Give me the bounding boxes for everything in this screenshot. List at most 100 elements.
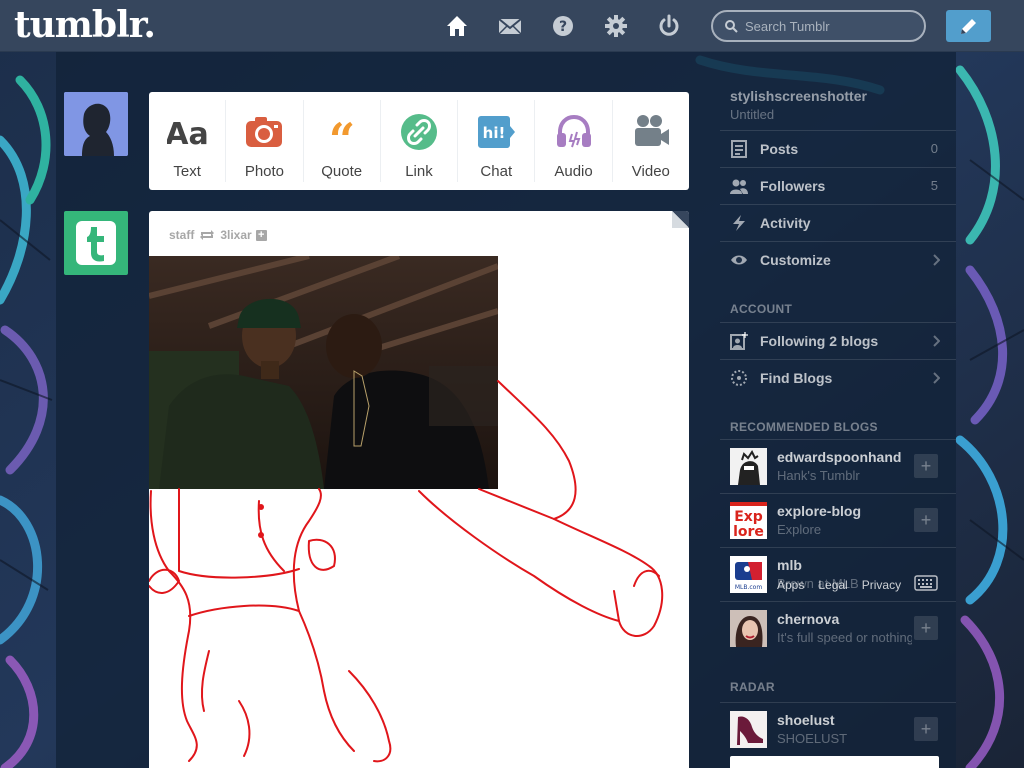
blog-name: mlb: [777, 557, 802, 573]
blog-name: edwardspoonhand: [777, 449, 902, 465]
footer-links: Apps Legal Privacy: [777, 578, 901, 592]
footer-link-legal[interactable]: Legal: [818, 578, 847, 592]
compose-post-button[interactable]: [946, 10, 991, 42]
power-icon[interactable]: [655, 12, 683, 40]
follow-plus-icon[interactable]: +: [255, 229, 267, 241]
right-sidebar: stylishscreenshotter Untitled Posts 0 Fo…: [720, 52, 956, 768]
post-type-photo[interactable]: Photo: [226, 100, 304, 182]
svg-text:“: “: [328, 113, 354, 152]
sidebar-item-find-blogs[interactable]: Find Blogs: [720, 359, 956, 396]
home-icon[interactable]: [443, 12, 471, 40]
reblogged-from-link[interactable]: 3lixar: [220, 228, 251, 242]
followers-icon: [730, 179, 748, 194]
mail-icon[interactable]: [496, 12, 524, 40]
blog-avatar: [730, 448, 767, 485]
post-type-label: Chat: [480, 163, 513, 180]
follow-button[interactable]: +: [914, 454, 938, 478]
blog-avatar: [730, 610, 767, 647]
chevron-right-icon: [933, 372, 940, 384]
eye-icon: [731, 255, 747, 265]
blog-avatar: MLB.com: [730, 556, 767, 593]
blog-subtitle: Hank's Tumblr: [777, 468, 860, 483]
search-box: [711, 10, 926, 42]
post-header: staff 3lixar +: [169, 227, 267, 243]
search-input[interactable]: [745, 15, 915, 37]
user-avatar[interactable]: [64, 92, 128, 156]
radar-heading: RADAR: [730, 680, 775, 694]
chevron-right-icon: [933, 335, 940, 347]
sidebar-item-customize[interactable]: Customize: [720, 241, 956, 278]
chat-icon: hi!: [478, 116, 516, 148]
post-type-label: Video: [631, 163, 670, 180]
recommended-blog[interactable]: edwardspoonhand Hank's Tumblr +: [720, 439, 956, 493]
post-type-bar: Aa Text Photo “ Quote Link hi! Chat Audi…: [149, 92, 689, 190]
recommended-blog[interactable]: Exp lore explore-blog Explore +: [720, 493, 956, 547]
post-type-audio[interactable]: Audio: [535, 100, 613, 182]
post-corner-fold: [672, 211, 689, 228]
tumblr-t-icon: [76, 221, 116, 265]
radar-post-preview[interactable]: [730, 756, 939, 768]
gear-icon[interactable]: [602, 12, 630, 40]
post-type-text[interactable]: Aa Text: [149, 100, 227, 182]
sidebar-item-posts[interactable]: Posts 0: [720, 130, 956, 167]
activity-icon: [733, 215, 745, 231]
staff-avatar[interactable]: [64, 211, 128, 275]
pencil-icon: [961, 19, 976, 34]
post-author-link[interactable]: staff: [169, 228, 194, 242]
recommended-blog[interactable]: chernova It's full speed or nothing +: [720, 601, 956, 655]
follow-button[interactable]: +: [914, 508, 938, 532]
headphones-icon: [556, 114, 591, 148]
keyboard-icon[interactable]: [914, 574, 938, 592]
compass-icon: [731, 370, 747, 386]
posts-icon: [731, 140, 747, 158]
sidebar-item-following[interactable]: Following 2 blogs: [720, 322, 956, 359]
followers-count: 5: [930, 178, 938, 193]
sidebar-item-label: Activity: [760, 215, 811, 231]
post-type-quote[interactable]: “ Quote: [304, 100, 381, 182]
video-camera-icon: [634, 115, 669, 146]
blog-subtitle: It's full speed or nothing: [777, 630, 912, 645]
post-type-label: Quote: [321, 163, 363, 180]
quote-icon: “: [328, 113, 354, 152]
post-type-label: Text: [173, 163, 201, 180]
top-navigation-bar: tumblr. ?: [0, 0, 1024, 52]
sidebar-item-label: Posts: [760, 141, 799, 157]
post-type-video[interactable]: Video: [613, 100, 689, 182]
footer-link-privacy[interactable]: Privacy: [862, 578, 901, 592]
post-type-chat[interactable]: hi! Chat: [458, 100, 536, 182]
follow-button[interactable]: +: [914, 717, 938, 741]
svg-text:?: ?: [559, 19, 567, 35]
footer-link-apps[interactable]: Apps: [777, 578, 804, 592]
reblog-icon: [200, 230, 215, 240]
post-type-label: Audio: [554, 163, 593, 180]
help-icon[interactable]: ?: [549, 12, 577, 40]
link-icon: [400, 114, 437, 150]
post-type-link[interactable]: Link: [381, 100, 459, 182]
sidebar-item-label: Customize: [760, 252, 831, 268]
blog-subtitle: Explore: [777, 522, 822, 537]
blog-name: explore-blog: [777, 503, 862, 519]
radar-blog[interactable]: shoelust SHOELUST +: [720, 702, 956, 756]
red-line-drawing: [149, 380, 664, 763]
blog-title: Untitled: [730, 107, 775, 122]
sidebar-item-label: Following 2 blogs: [760, 333, 879, 349]
sidebar-item-followers[interactable]: Followers 5: [720, 167, 956, 204]
sidebar-item-label: Find Blogs: [760, 370, 833, 386]
posts-count: 0: [930, 141, 938, 156]
svg-text:Aa: Aa: [167, 117, 207, 152]
follow-button[interactable]: +: [914, 616, 938, 640]
dashboard-post: staff 3lixar +: [149, 211, 689, 768]
tumblr-logo[interactable]: tumblr.: [14, 4, 156, 46]
blog-name: shoelust: [777, 712, 835, 728]
search-icon: [725, 20, 738, 33]
chevron-right-icon: [933, 254, 940, 266]
sidebar-item-activity[interactable]: Activity: [720, 204, 956, 241]
blog-name[interactable]: stylishscreenshotter: [730, 88, 867, 104]
following-icon: [730, 332, 748, 350]
svg-text:Exp: Exp: [734, 509, 763, 525]
text-icon: Aa: [167, 117, 207, 152]
camera-icon: [246, 117, 283, 147]
post-type-label: Link: [405, 163, 433, 180]
sidebar-item-label: Followers: [760, 178, 826, 194]
recommended-blogs-heading: RECOMMENDED BLOGS: [730, 420, 878, 434]
